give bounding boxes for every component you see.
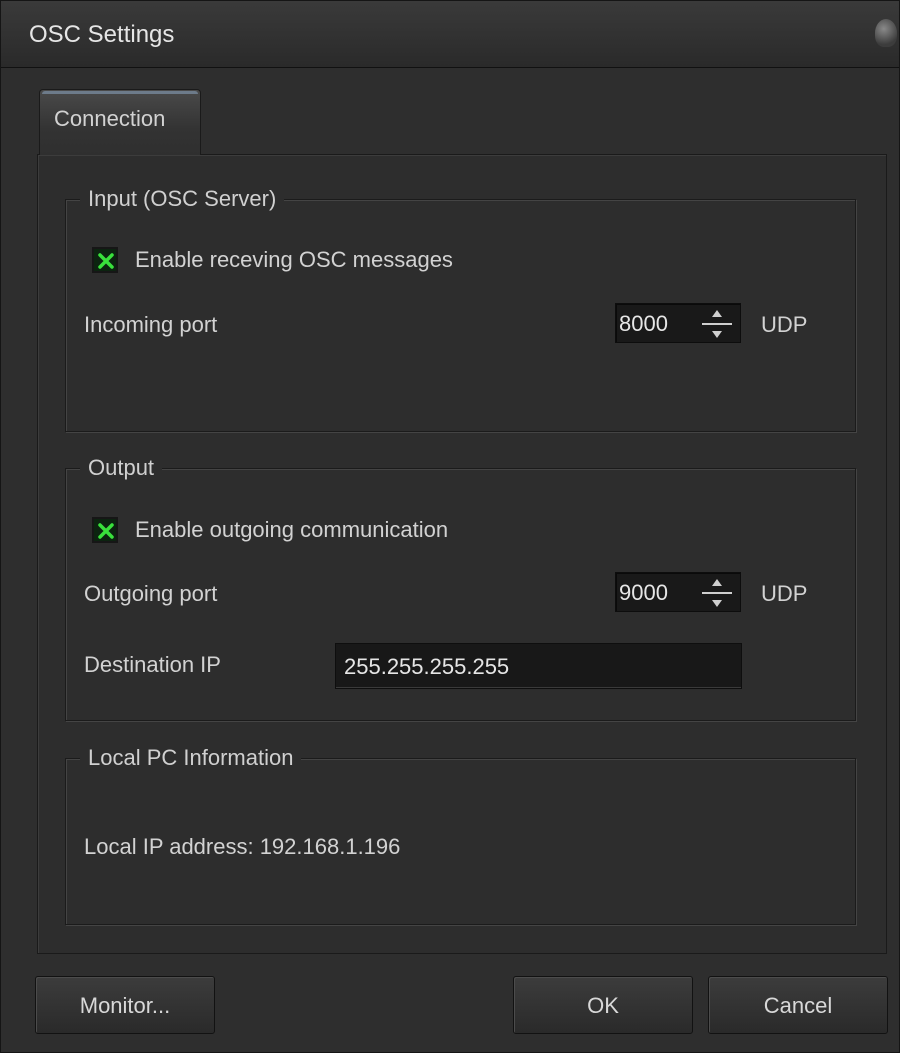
incoming-port-stepper[interactable]: 8000 [615,303,741,343]
spin-down-icon[interactable] [712,600,722,607]
enable-outgoing-checkbox[interactable] [92,517,118,543]
outgoing-port-stepper[interactable]: 9000 [615,572,741,612]
tab-connection-label: Connection [54,106,166,131]
spin-up-icon[interactable] [712,310,722,317]
enable-outgoing-label[interactable]: Enable outgoing communication [135,516,448,544]
title-bar[interactable]: OSC Settings [1,1,899,68]
incoming-port-label: Incoming port [84,312,218,337]
destination-ip-value[interactable]: 255.255.255.255 [344,653,509,681]
incoming-port-unit: UDP [761,312,808,337]
destination-ip-label: Destination IP [84,652,221,677]
outgoing-port-label: Outgoing port [84,581,218,606]
check-x-icon [98,253,114,269]
incoming-port-spin-buttons[interactable] [702,308,732,340]
local-ip-text: Local IP address: 192.168.1.196 [84,834,401,859]
output-group-title: Output [80,454,163,482]
spin-separator [702,323,732,325]
input-group-title: Input (OSC Server) [80,185,285,213]
enable-receiving-label[interactable]: Enable receving OSC messages [135,246,453,274]
destination-ip-field[interactable]: 255.255.255.255 [335,643,742,689]
ok-button[interactable]: OK [513,976,693,1034]
outgoing-port-value[interactable]: 9000 [619,579,668,607]
osc-settings-dialog: OSC Settings Connection Input (OSC Serve… [0,0,900,1053]
spin-down-icon[interactable] [712,331,722,338]
window-orb-icon[interactable] [875,19,897,47]
check-x-icon [98,523,114,539]
outgoing-port-unit: UDP [761,581,808,606]
incoming-port-value[interactable]: 8000 [619,310,668,338]
window-title: OSC Settings [29,21,175,48]
spin-up-icon[interactable] [712,579,722,586]
cancel-button[interactable]: Cancel [708,976,888,1034]
local-pc-group-title: Local PC Information [80,744,302,772]
enable-receiving-checkbox[interactable] [92,247,118,273]
monitor-button[interactable]: Monitor... [35,976,215,1034]
spin-separator [702,592,732,594]
outgoing-port-spin-buttons[interactable] [702,577,732,609]
